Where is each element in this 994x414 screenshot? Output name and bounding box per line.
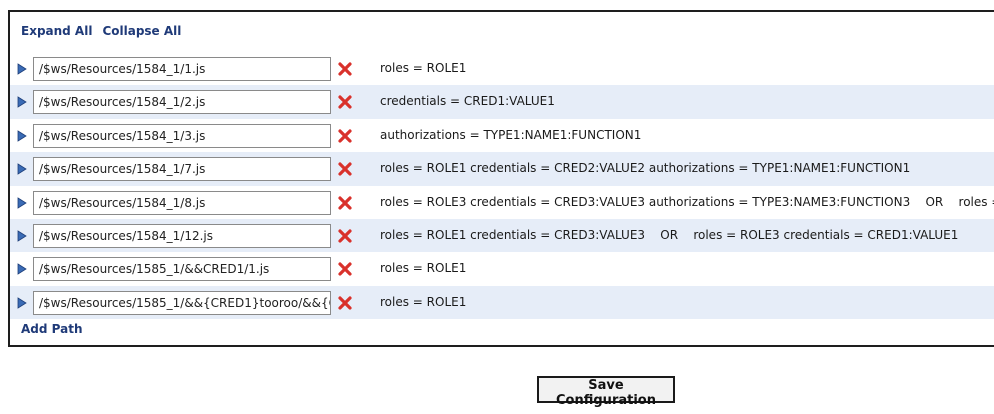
- access-rule-text: credentials = CRED1:VALUE1: [380, 94, 555, 109]
- expand-row-icon[interactable]: [17, 96, 27, 109]
- path-input[interactable]: /$ws/Resources/1585_1/&&CRED1/1.js: [33, 257, 331, 282]
- delete-path-icon[interactable]: [337, 228, 353, 244]
- path-input[interactable]: /$ws/Resources/1584_1/2.js: [33, 90, 331, 115]
- path-input[interactable]: /$ws/Resources/1584_1/12.js: [33, 223, 331, 248]
- path-row: /$ws/Resources/1585_1/&&{CRED1}tooroo/&&…: [10, 285, 994, 320]
- delete-path-icon[interactable]: [337, 128, 353, 144]
- expand-row-icon[interactable]: [17, 297, 27, 309]
- delete-path-icon[interactable]: [337, 261, 353, 277]
- path-rules-panel: Expand All Collapse All /$ws/Resources/15…: [8, 10, 994, 347]
- path-list: /$ws/Resources/1584_1/1.js roles = ROLE1/…: [10, 52, 994, 320]
- expand-all-link[interactable]: Expand All: [21, 24, 92, 38]
- access-rule-text: roles = ROLE1: [380, 261, 467, 276]
- delete-path-icon[interactable]: [337, 94, 353, 110]
- path-input[interactable]: /$ws/Resources/1584_1/7.js: [33, 157, 331, 182]
- collapse-all-link[interactable]: Collapse All: [102, 24, 181, 38]
- expand-row-icon[interactable]: [17, 130, 27, 142]
- path-row: /$ws/Resources/1584_1/8.js roles = ROLE3 …: [10, 186, 994, 219]
- path-input[interactable]: /$ws/Resources/1584_1/8.js: [33, 190, 331, 215]
- path-input[interactable]: /$ws/Resources/1584_1/1.js: [33, 57, 331, 81]
- path-row: /$ws/Resources/1584_1/3.js authorizations…: [10, 119, 994, 152]
- save-configuration-button[interactable]: Save Configuration: [537, 376, 675, 408]
- expand-row-icon[interactable]: [17, 263, 27, 276]
- delete-path-icon[interactable]: [337, 61, 353, 77]
- path-row: /$ws/Resources/1584_1/2.js credentials = …: [10, 85, 994, 119]
- toolbar: Expand All Collapse All: [21, 24, 181, 38]
- access-rule-text: roles = ROLE1: [380, 294, 467, 309]
- access-rule-text: authorizations = TYPE1:NAME1:FUNCTION1: [380, 127, 642, 142]
- delete-path-icon[interactable]: [337, 295, 353, 311]
- delete-path-icon[interactable]: [337, 161, 353, 177]
- path-row: /$ws/Resources/1584_1/7.js roles = ROLE1 …: [10, 152, 994, 186]
- add-path-link[interactable]: Add Path: [21, 322, 83, 336]
- expand-row-icon[interactable]: [17, 63, 27, 75]
- delete-path-icon[interactable]: [337, 195, 353, 211]
- access-rule-text: roles = ROLE1 credentials = CRED2:VALUE2…: [380, 161, 911, 176]
- path-row: /$ws/Resources/1585_1/&&CRED1/1.js roles …: [10, 252, 994, 285]
- expand-row-icon[interactable]: [17, 196, 27, 209]
- path-row: /$ws/Resources/1584_1/12.js roles = ROLE1…: [10, 218, 994, 253]
- path-row: /$ws/Resources/1584_1/1.js roles = ROLE1: [10, 52, 994, 85]
- access-rule-text: roles = ROLE3 credentials = CRED3:VALUE3…: [380, 194, 994, 209]
- path-input[interactable]: /$ws/Resources/1585_1/&&{CRED1}tooroo/&&…: [33, 290, 331, 315]
- access-rule-text: roles = ROLE1: [380, 61, 467, 75]
- path-input[interactable]: /$ws/Resources/1584_1/3.js: [33, 123, 331, 148]
- expand-row-icon[interactable]: [17, 230, 27, 242]
- access-rule-text: roles = ROLE1 credentials = CRED3:VALUE3…: [380, 227, 959, 242]
- expand-row-icon[interactable]: [17, 163, 27, 175]
